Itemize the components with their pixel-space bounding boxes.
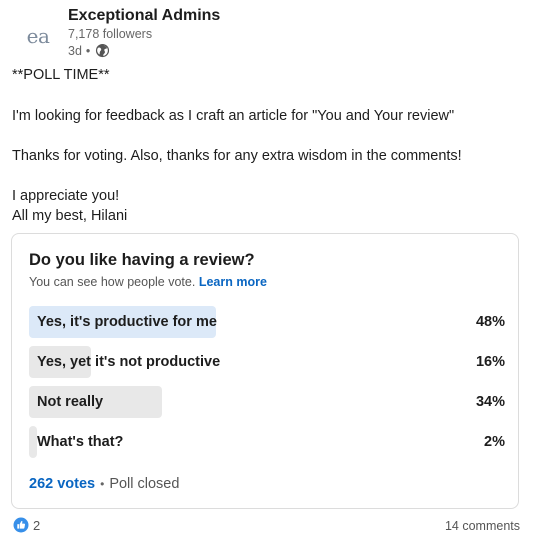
company-logo[interactable]: ea (18, 16, 58, 56)
poll-option: What's that? 2% (29, 426, 505, 458)
poll-option-percent: 34% (475, 394, 505, 410)
post-text-line: I'm looking for feedback as I craft an a… (12, 108, 455, 124)
poll-option-label: What's that? (37, 434, 124, 450)
votes-count-link[interactable]: 262 votes (29, 476, 95, 492)
poll-option-label: Not really (37, 394, 104, 410)
post-text-line: All my best, Hilani (12, 208, 128, 224)
poll-option-percent: 16% (475, 354, 505, 370)
reactions-count: 2 (33, 517, 41, 533)
poll-question: Do you like having a review? (29, 251, 255, 269)
post-text-line: I appreciate you! (12, 188, 120, 204)
poll-option: Yes, yet it's not productive 16% (29, 346, 505, 378)
author-name[interactable]: Exceptional Admins (68, 7, 220, 25)
poll-visibility-note: You can see how people vote. Learn more (29, 275, 267, 289)
post-time: 3d (68, 43, 82, 58)
footer-separator: • (100, 477, 105, 491)
poll-option-label: Yes, yet it's not productive (37, 354, 221, 370)
poll-option-bar (29, 426, 37, 458)
post-text-line: **POLL TIME** (12, 67, 110, 83)
poll-card: Do you like having a review? You can see… (11, 233, 519, 509)
comments-count-link[interactable]: 14 comments (445, 519, 520, 533)
globe-icon (96, 43, 110, 58)
feed-post: ea Exceptional Admins 7,178 followers 3d… (0, 0, 533, 543)
poll-footer: 262 votes • Poll closed (29, 476, 179, 492)
poll-option: Yes, it's productive for me 48% (29, 306, 505, 338)
poll-visibility-text: You can see how people vote. (29, 275, 196, 289)
post-text-line: Thanks for voting. Also, thanks for any … (12, 148, 462, 164)
poll-option-percent: 2% (484, 434, 505, 450)
poll-option-label: Yes, it's productive for me (37, 314, 217, 330)
meta-separator: • (85, 43, 91, 58)
reactions-summary[interactable]: 2 (13, 517, 40, 533)
post-meta: 3d • (68, 43, 110, 58)
follower-count: 7,178 followers (68, 27, 153, 41)
poll-status: Poll closed (109, 476, 180, 492)
poll-option-percent: 48% (475, 314, 505, 330)
poll-option: Not really 34% (29, 386, 505, 418)
like-reaction-icon (13, 517, 29, 533)
learn-more-link[interactable]: Learn more (199, 275, 267, 289)
